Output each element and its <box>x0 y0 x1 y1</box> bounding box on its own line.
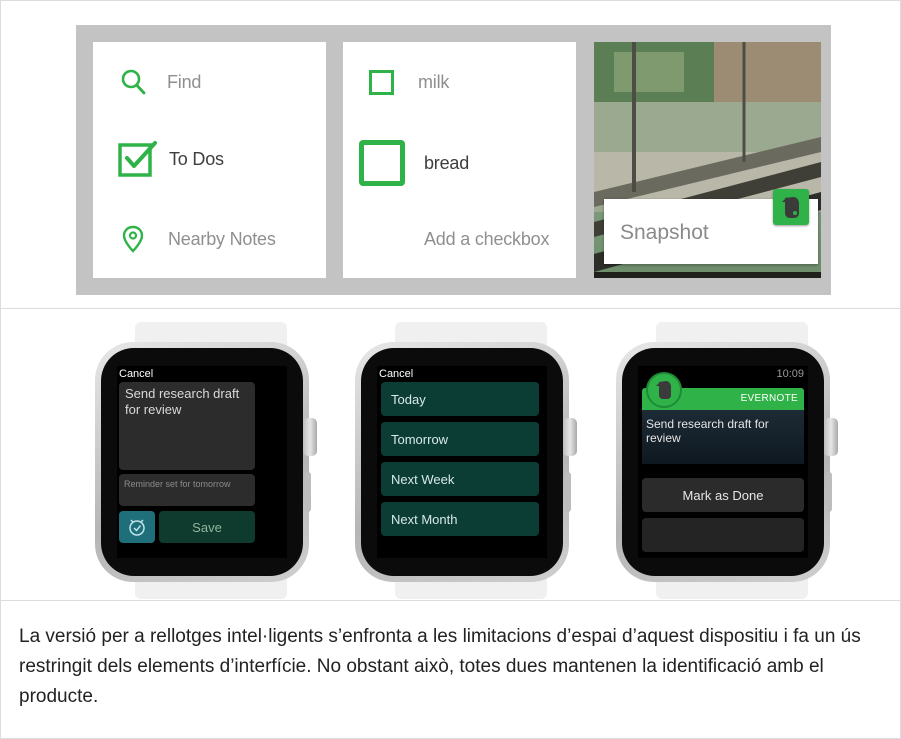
option-next-month[interactable]: Next Month <box>381 502 539 536</box>
watch-bezel: 10:09 EVERNOTE Send research draft for r… <box>622 348 824 576</box>
digital-crown <box>824 418 838 456</box>
evernote-logo-icon <box>646 372 682 408</box>
divider <box>0 600 901 601</box>
side-button <box>305 472 311 512</box>
watch-bezel: Cancel Today Tomorrow Next Week Next Mon… <box>361 348 563 576</box>
note-text-box[interactable]: Send research draft for review <box>119 382 255 470</box>
menu-label: To Dos <box>169 148 224 169</box>
option-next-week[interactable]: Next Week <box>381 462 539 496</box>
evernote-logo-icon <box>773 189 809 225</box>
watch-screen: Cancel Send research draft for review Re… <box>117 366 287 558</box>
watch-case: Cancel Send research draft for review Re… <box>95 342 317 582</box>
digital-crown <box>303 418 317 456</box>
digital-crown <box>563 418 577 456</box>
add-checkbox-label: Add a checkbox <box>424 229 550 249</box>
cancel-button[interactable]: Cancel <box>379 368 413 380</box>
watch-case: 10:09 EVERNOTE Send research draft for r… <box>616 342 838 582</box>
snapshot-label: Snapshot <box>620 221 709 244</box>
alarm-clock-icon <box>129 519 145 536</box>
checkbox-icon <box>369 70 394 95</box>
menu-label: Nearby Notes <box>168 228 276 249</box>
snapshot-card: Snapshot <box>594 42 821 278</box>
checklist-label: milk <box>418 72 450 92</box>
add-checkbox-button[interactable]: Add a checkbox <box>424 229 549 250</box>
watch-notification: 10:09 EVERNOTE Send research draft for r… <box>616 322 856 599</box>
search-icon <box>121 69 146 95</box>
checkbox-icon <box>359 140 405 186</box>
reminder-status: Reminder set for tomorrow <box>119 474 255 506</box>
notification-text: Send research draft for review <box>646 417 769 445</box>
mark-as-done-button[interactable]: Mark as Done <box>642 478 804 512</box>
mark-as-done-label: Mark as Done <box>682 487 764 503</box>
note-text: Send research draft for review <box>125 386 240 417</box>
watch-screen: Cancel Today Tomorrow Next Week Next Mon… <box>377 366 547 558</box>
checklist-item-milk[interactable]: milk <box>369 70 449 95</box>
checklist-item-bread[interactable]: bread <box>359 140 469 186</box>
reminder-status-text: Reminder set for tomorrow <box>124 479 231 489</box>
notification-body: Send research draft for review <box>642 410 804 464</box>
side-button <box>826 472 832 512</box>
side-button <box>565 472 571 512</box>
watch-reminder: Cancel Send research draft for review Re… <box>95 322 335 599</box>
option-tomorrow[interactable]: Tomorrow <box>381 422 539 456</box>
clock-time: 10:09 <box>776 368 804 380</box>
alarm-button[interactable] <box>119 511 155 543</box>
save-label: Save <box>192 519 222 535</box>
watch-case: Cancel Today Tomorrow Next Week Next Mon… <box>355 342 577 582</box>
menu-item-find[interactable]: Find <box>120 68 201 96</box>
android-wear-panel: Find To Dos Nearby Notes milk bread Add … <box>76 25 831 295</box>
app-name: EVERNOTE <box>740 393 798 404</box>
option-today[interactable]: Today <box>381 382 539 416</box>
caption-text: La versió per a rellotges intel·ligents … <box>19 626 861 707</box>
secondary-action-button[interactable] <box>642 518 804 552</box>
checklist-card: milk bread Add a checkbox <box>343 42 576 278</box>
divider <box>0 308 901 309</box>
checklist-label: bread <box>424 152 470 173</box>
cancel-button[interactable]: Cancel <box>119 368 153 380</box>
menu-card: Find To Dos Nearby Notes <box>93 42 326 278</box>
menu-label: Find <box>167 71 202 92</box>
location-pin-icon <box>122 225 144 253</box>
menu-item-todos[interactable]: To Dos <box>117 139 224 179</box>
checkbox-checked-icon <box>118 141 157 177</box>
watch-screen: 10:09 EVERNOTE Send research draft for r… <box>638 366 808 558</box>
watch-schedule: Cancel Today Tomorrow Next Week Next Mon… <box>355 322 595 599</box>
menu-item-nearby[interactable]: Nearby Notes <box>122 225 276 253</box>
save-button[interactable]: Save <box>159 511 255 543</box>
watch-bezel: Cancel Send research draft for review Re… <box>101 348 303 576</box>
